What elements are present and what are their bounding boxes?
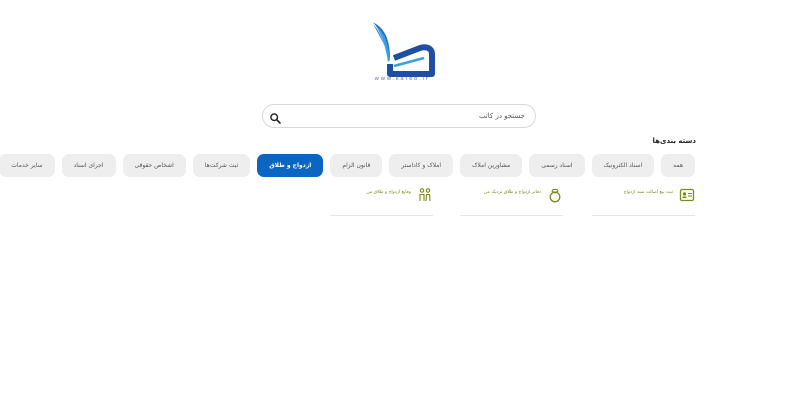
logo-url-text: www.kateb.ir bbox=[374, 76, 430, 82]
service-label: دفاتر ازدواج و طلاق نزدیک من bbox=[484, 190, 541, 195]
category-chip-property-cadastre[interactable]: املاک و کاداستر bbox=[389, 154, 454, 177]
service-item-my-marriage-events[interactable]: وقایع ازدواج و طلاق من bbox=[330, 185, 433, 216]
category-chip-marriage-divorce[interactable]: ازدواج و طلاق bbox=[257, 154, 324, 177]
search-bar bbox=[262, 104, 536, 128]
page: www.kateb.ir دسته بندی‌ها همه اسناد الکت… bbox=[0, 0, 800, 412]
category-chip-legal-entities[interactable]: اشخاص حقوقی bbox=[122, 154, 186, 177]
category-chip-document-enforcement[interactable]: اجرای اسناد bbox=[61, 154, 116, 177]
feather-book-icon bbox=[371, 21, 435, 77]
category-chip-company-registration[interactable]: ثبت شرکت‌ها bbox=[192, 154, 251, 177]
service-item-marriage-certificate[interactable]: ثبت بیع اصالت سند ازدواج bbox=[592, 185, 695, 216]
category-chip-real-estate-consultants[interactable]: مشاورین املاک bbox=[460, 154, 523, 177]
couple-icon bbox=[417, 187, 433, 203]
id-card-icon bbox=[679, 187, 695, 203]
service-label: ثبت بیع اصالت سند ازدواج bbox=[623, 190, 673, 195]
categories-title: دسته بندی‌ها bbox=[652, 137, 696, 145]
category-chip-official-documents[interactable]: اسناد رسمی bbox=[529, 154, 585, 177]
ring-icon bbox=[547, 187, 563, 203]
category-chip-other-services[interactable]: سایر خدمات bbox=[0, 154, 55, 177]
service-label: وقایع ازدواج و طلاق من bbox=[366, 190, 411, 195]
category-chip-electronic-documents[interactable]: اسناد الکترونیک bbox=[591, 154, 655, 177]
search-input[interactable] bbox=[295, 108, 525, 124]
category-chip-obligation-law[interactable]: قانون الزام bbox=[330, 154, 383, 177]
search-icon[interactable] bbox=[269, 110, 282, 124]
category-chip-all[interactable]: همه bbox=[661, 154, 695, 177]
service-item-nearby-offices[interactable]: دفاتر ازدواج و طلاق نزدیک من bbox=[460, 185, 563, 216]
category-chips: همه اسناد الکترونیک اسناد رسمی مشاورین ا… bbox=[0, 154, 695, 177]
